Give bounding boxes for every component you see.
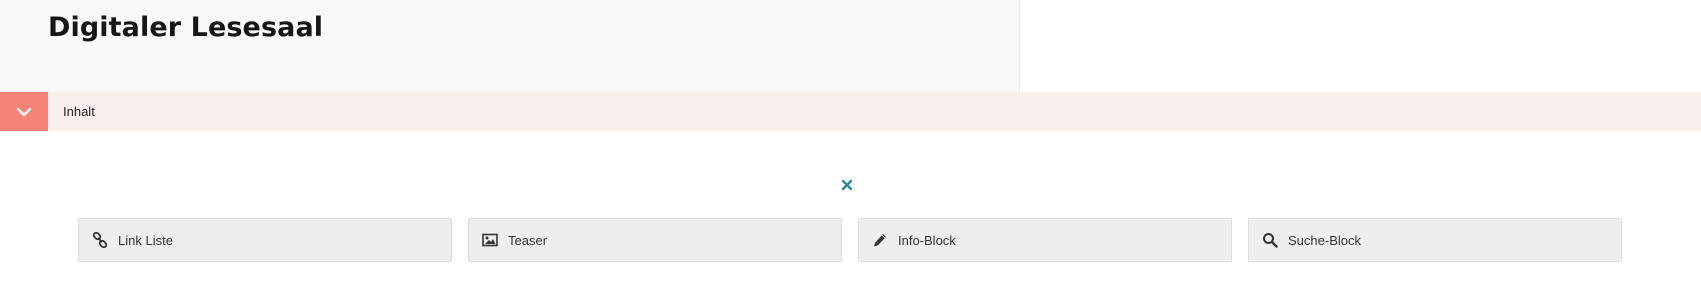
page-header: Digitaler Lesesaal [0, 0, 1020, 92]
close-button[interactable] [839, 177, 855, 193]
link-icon [92, 232, 108, 248]
info-block-label: Info-Block [898, 232, 956, 248]
close-icon [841, 179, 853, 191]
image-icon [482, 232, 498, 248]
link-list-block-label: Link Liste [118, 232, 173, 248]
block-type-list: Link Liste Teaser Info-Block Suche-Block [78, 218, 1622, 262]
section-bar: Inhalt [0, 92, 1701, 131]
page-title: Digitaler Lesesaal [48, 12, 324, 43]
info-block-button[interactable]: Info-Block [858, 218, 1232, 262]
page: Digitaler Lesesaal Inhalt Link Liste Tea… [0, 0, 1701, 286]
search-block-button[interactable]: Suche-Block [1248, 218, 1622, 262]
collapse-toggle-button[interactable] [0, 92, 48, 131]
chevron-down-icon [16, 107, 32, 116]
teaser-block-button[interactable]: Teaser [468, 218, 842, 262]
teaser-block-label: Teaser [508, 232, 548, 248]
search-icon [1262, 232, 1278, 248]
search-block-label: Suche-Block [1288, 232, 1361, 248]
link-list-block-button[interactable]: Link Liste [78, 218, 452, 262]
section-label: Inhalt [63, 104, 95, 119]
pencil-icon [872, 232, 888, 248]
